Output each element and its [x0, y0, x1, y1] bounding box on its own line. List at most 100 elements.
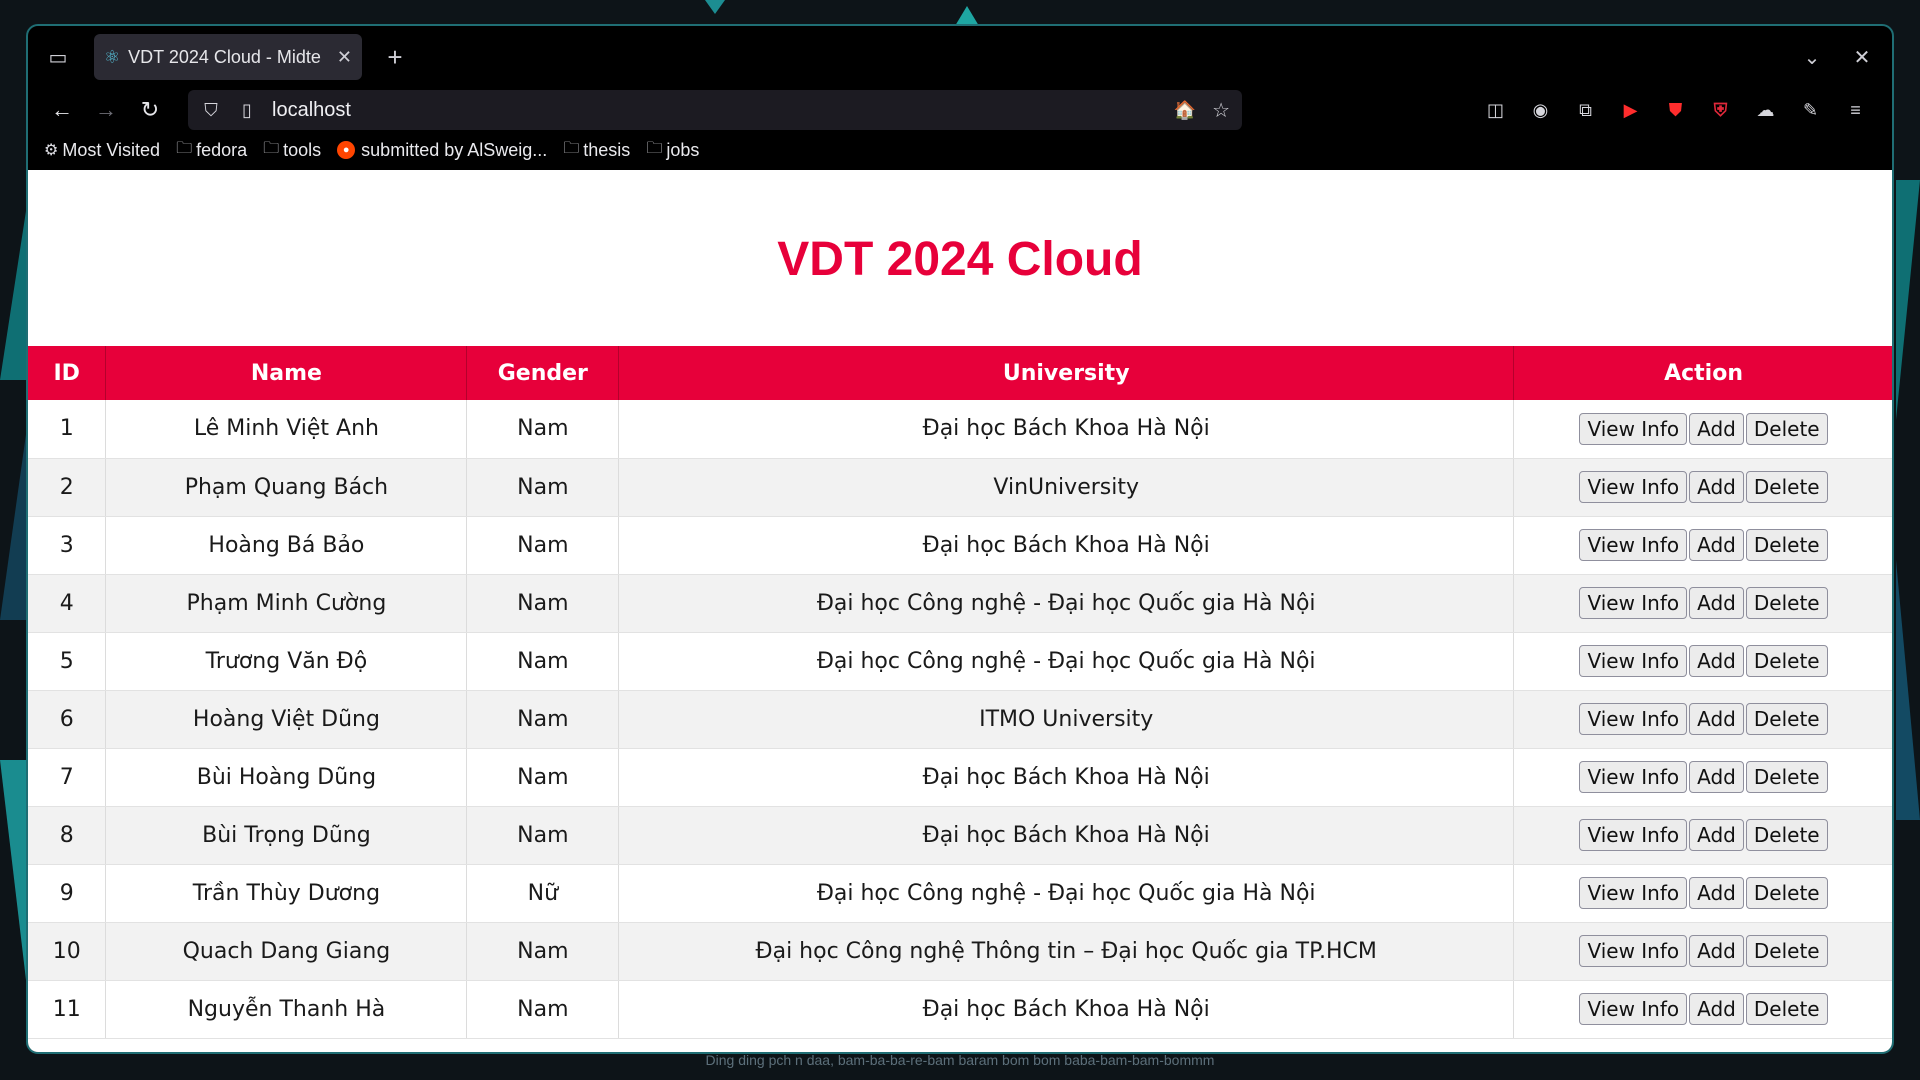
view-info-button[interactable]: View Info — [1579, 993, 1688, 1025]
add-button[interactable]: Add — [1689, 703, 1744, 735]
menu-icon[interactable]: ≡ — [1833, 100, 1878, 121]
cell-gender: Nam — [466, 980, 620, 1039]
reload-icon[interactable]: ↻ — [128, 92, 172, 128]
cell-action: View Info Add Delete — [1513, 922, 1892, 981]
delete-button[interactable]: Delete — [1745, 645, 1828, 677]
folder-icon: 🗀 — [176, 139, 193, 157]
reddit-icon: ● — [337, 141, 356, 159]
cell-name: Hoàng Việt Dũng — [105, 690, 468, 749]
bookmark-tools[interactable]: 🗀 tools — [263, 137, 321, 164]
delete-button[interactable]: Delete — [1745, 412, 1828, 445]
address-bar[interactable]: ⛉ ▯ localhost 🏠 ☆ — [188, 90, 1242, 130]
browser-window: ▭ ⚛ VDT 2024 Cloud - Midte ✕ + ⌄ ✕ ← → ↻… — [26, 24, 1894, 1054]
view-info-button[interactable]: View Info — [1579, 703, 1688, 735]
cell-university: Đại học Công nghệ - Đại học Quốc gia Hà … — [618, 632, 1515, 691]
cell-action: View Info Add Delete — [1513, 458, 1892, 517]
cell-action: View Info Add Delete — [1513, 690, 1892, 749]
cell-action: View Info Add Delete — [1513, 632, 1892, 691]
delete-button[interactable]: Delete — [1745, 761, 1828, 793]
toolbar-icons: ◫ ◉ ⧉ ▶ ⛊ ⛨ ☁ ✎ ≡ — [1473, 100, 1892, 121]
cell-university: VinUniversity — [618, 458, 1515, 517]
cell-university: Đại học Bách Khoa Hà Nội — [618, 516, 1515, 575]
cell-university: Đại học Bách Khoa Hà Nội — [618, 806, 1515, 865]
bookmark-jobs[interactable]: 🗀 jobs — [646, 137, 699, 164]
tab-close-icon[interactable]: ✕ — [337, 47, 352, 68]
cell-name: Phạm Minh Cường — [105, 574, 468, 633]
delete-button[interactable]: Delete — [1745, 703, 1828, 735]
view-info-button[interactable]: View Info — [1579, 645, 1688, 677]
bookmark-thesis[interactable]: 🗀 thesis — [563, 137, 630, 164]
cell-name: Bùi Trọng Dũng — [105, 806, 468, 865]
url-text[interactable]: localhost — [272, 99, 1174, 122]
page-viewport: VDT 2024 Cloud ID Name Gender University… — [28, 170, 1892, 1052]
now-playing-text: Ding ding pch n daa, bam-ba-ba-re-bam ba… — [705, 1052, 1215, 1068]
add-button[interactable]: Add — [1689, 587, 1744, 619]
color-picker-icon[interactable]: ✎ — [1788, 100, 1833, 121]
cell-name: Phạm Quang Bách — [105, 458, 468, 517]
view-info-button[interactable]: View Info — [1579, 587, 1688, 619]
cell-university: ITMO University — [618, 690, 1515, 749]
page-icon[interactable]: ▯ — [236, 100, 258, 121]
cell-id: 4 — [28, 574, 107, 633]
table-row: 11 Nguyễn Thanh Hà Nam Đại học Bách Khoa Hà… — [28, 980, 1892, 1039]
folder-icon: 🗀 — [263, 139, 280, 157]
view-info-button[interactable]: View Info — [1579, 935, 1688, 967]
cell-gender: Nữ — [466, 864, 620, 923]
youtube-icon[interactable]: ▶ — [1608, 100, 1653, 121]
pocket-icon[interactable]: ◫ — [1473, 100, 1518, 121]
header-gender: Gender — [466, 346, 620, 400]
bookmark-most-visited[interactable]: ⚙ Most Visited — [44, 140, 160, 161]
chevron-down-icon[interactable]: ⌄ — [1792, 45, 1832, 70]
cell-action: View Info Add Delete — [1513, 864, 1892, 923]
bookmark-fedora[interactable]: 🗀 fedora — [176, 137, 247, 164]
forward-icon[interactable]: → — [84, 92, 128, 128]
delete-button[interactable]: Delete — [1745, 877, 1828, 909]
add-button[interactable]: Add — [1689, 935, 1744, 967]
cell-university: Đại học Công nghệ - Đại học Quốc gia Hà … — [618, 864, 1515, 923]
cloud-icon[interactable]: ☁ — [1743, 100, 1788, 121]
table-body: 1 Lê Minh Việt Anh Nam Đại học Bách Khoa Hà… — [28, 400, 1892, 1039]
delete-button[interactable]: Delete — [1745, 935, 1828, 967]
add-button[interactable]: Add — [1689, 529, 1744, 561]
delete-button[interactable]: Delete — [1745, 529, 1828, 561]
add-button[interactable]: Add — [1689, 471, 1744, 503]
view-info-button[interactable]: View Info — [1579, 819, 1688, 851]
add-button[interactable]: Add — [1689, 877, 1744, 909]
delete-button[interactable]: Delete — [1745, 819, 1828, 851]
youtube-shield-icon[interactable]: ⛊ — [1653, 100, 1698, 121]
cell-id: 1 — [28, 400, 107, 459]
view-info-button[interactable]: View Info — [1579, 761, 1688, 793]
add-button[interactable]: Add — [1689, 412, 1744, 445]
table-header-row: ID Name Gender University Action — [28, 346, 1892, 400]
bookmark-reddit[interactable]: ● submitted by AlSweig... — [337, 140, 547, 161]
delete-button[interactable]: Delete — [1745, 471, 1828, 503]
extensions-icon[interactable]: ⧉ — [1563, 100, 1608, 121]
ublock-icon[interactable]: ⛨ — [1698, 100, 1743, 121]
home-icon[interactable]: 🏠 — [1174, 100, 1196, 121]
add-button[interactable]: Add — [1689, 819, 1744, 851]
cell-id: 3 — [28, 516, 107, 575]
close-icon[interactable]: ✕ — [1842, 45, 1882, 70]
view-info-button[interactable]: View Info — [1579, 877, 1688, 909]
delete-button[interactable]: Delete — [1745, 587, 1828, 619]
view-info-button[interactable]: View Info — [1579, 529, 1688, 561]
tab-list-icon[interactable]: ▭ — [38, 37, 78, 77]
view-info-button[interactable]: View Info — [1579, 412, 1688, 445]
add-button[interactable]: Add — [1689, 645, 1744, 677]
tab-strip: ▭ ⚛ VDT 2024 Cloud - Midte ✕ + ⌄ ✕ — [28, 26, 1892, 88]
delete-button[interactable]: Delete — [1745, 993, 1828, 1025]
table-row: 1 Lê Minh Việt Anh Nam Đại học Bách Khoa Hà… — [28, 400, 1892, 459]
shield-icon[interactable]: ⛉ — [200, 100, 222, 121]
tab-active[interactable]: ⚛ VDT 2024 Cloud - Midte ✕ — [94, 34, 362, 80]
table-row: 2 Phạm Quang Bách Nam VinUniversity View Inf… — [28, 458, 1892, 517]
cell-gender: Nam — [466, 458, 620, 517]
folder-icon: 🗀 — [563, 139, 580, 157]
new-tab-icon[interactable]: + — [380, 42, 410, 73]
add-button[interactable]: Add — [1689, 761, 1744, 793]
view-info-button[interactable]: View Info — [1579, 471, 1688, 503]
cell-name: Trần Thùy Dương — [105, 864, 468, 923]
add-button[interactable]: Add — [1689, 993, 1744, 1025]
back-icon[interactable]: ← — [40, 92, 84, 128]
star-icon[interactable]: ☆ — [1212, 98, 1230, 123]
record-icon[interactable]: ◉ — [1518, 100, 1563, 121]
